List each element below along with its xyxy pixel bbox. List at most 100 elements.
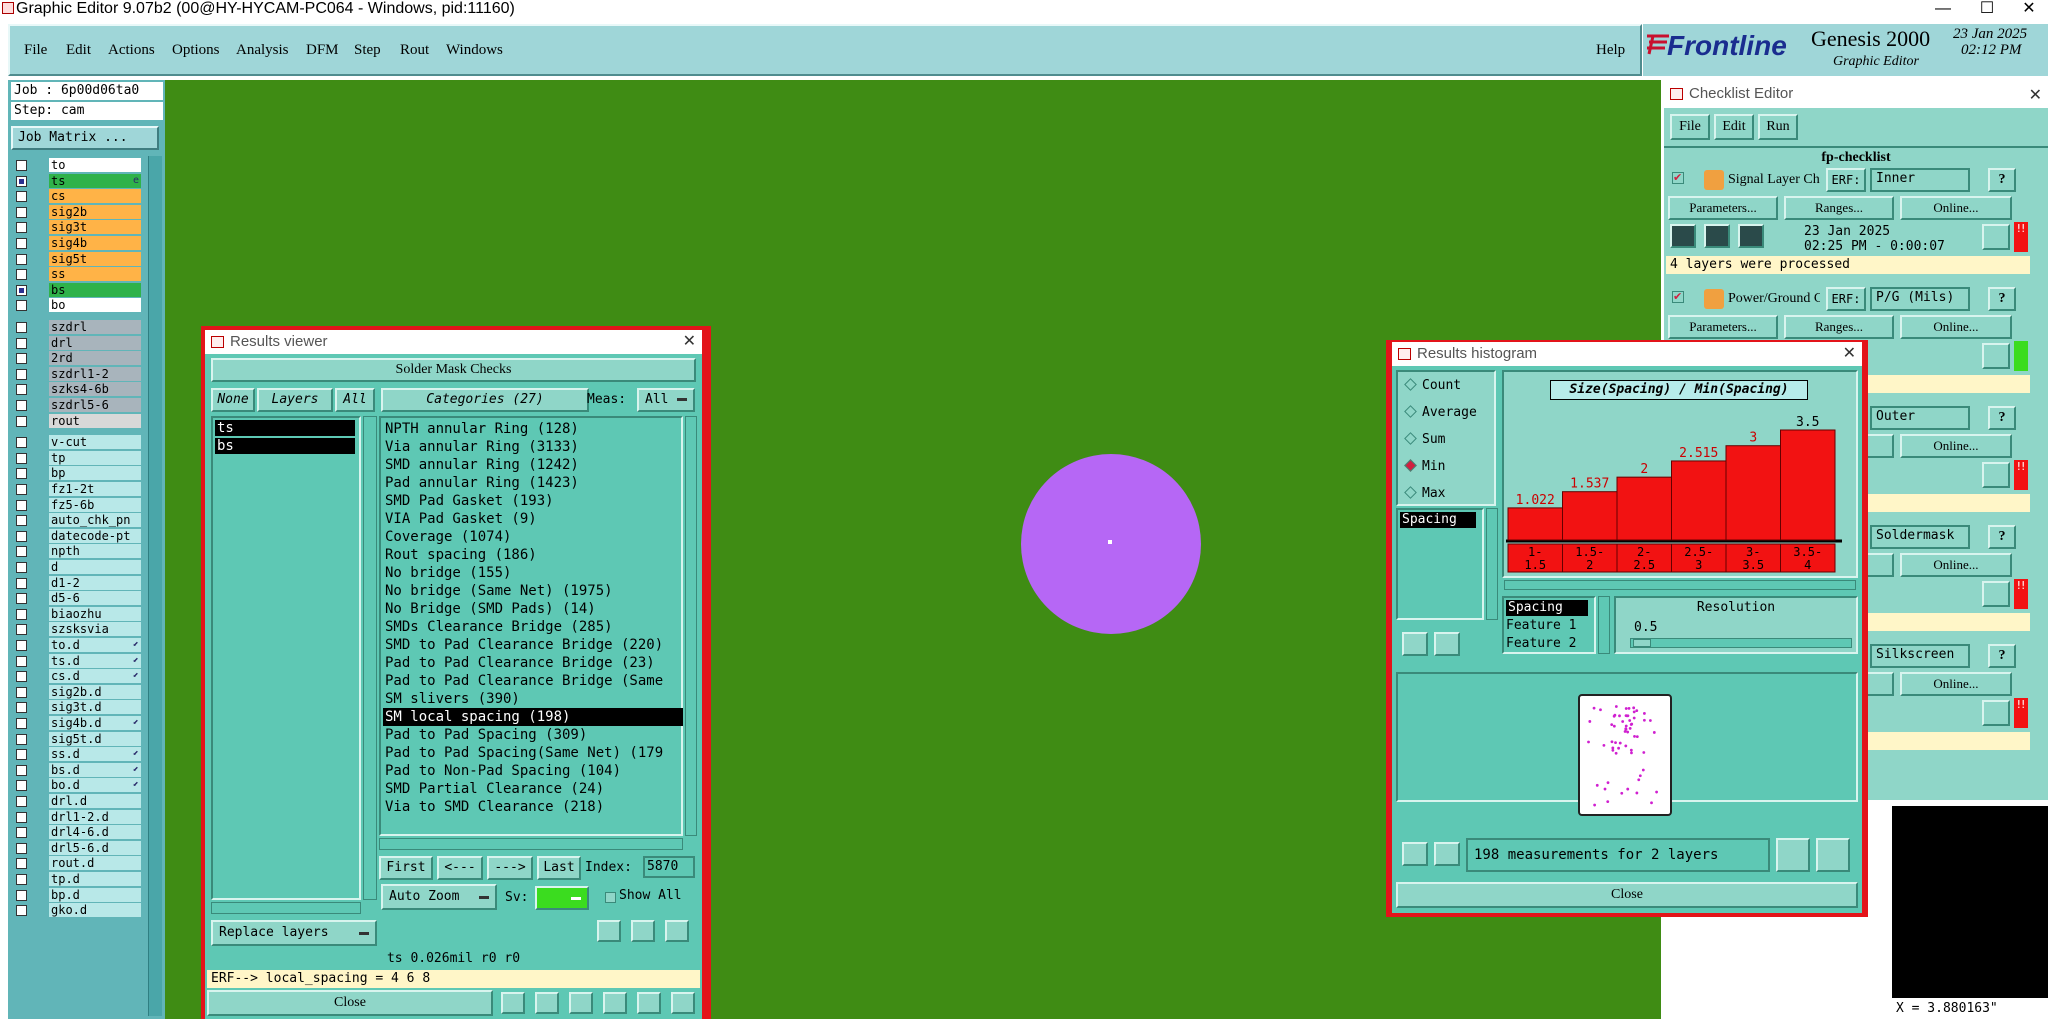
layer-name[interactable]: sig3t: [49, 220, 141, 235]
ref-icon[interactable]: [631, 920, 655, 942]
layer-row[interactable]: drl4-6.d: [11, 825, 141, 840]
layer-row[interactable]: szdrl5-6: [11, 398, 141, 413]
histogram-close-icon[interactable]: ✕: [1843, 342, 1856, 366]
category-item[interactable]: No bridge (155): [383, 564, 683, 582]
highlighted-pad[interactable]: [1021, 454, 1201, 634]
mode-radio[interactable]: Average: [1404, 405, 1477, 420]
mode-radio[interactable]: Count: [1404, 378, 1461, 393]
category-item[interactable]: No bridge (Same Net) (1975): [383, 582, 683, 600]
layer-row[interactable]: to.d ⬋: [11, 638, 141, 653]
tool-icon[interactable]: [569, 992, 593, 1014]
resolution-slider[interactable]: [1630, 638, 1852, 648]
layer-name[interactable]: bo: [49, 298, 141, 313]
layer-row[interactable]: d5-6: [11, 591, 141, 606]
layer-name[interactable]: fz5-6b: [49, 497, 141, 512]
import-icon[interactable]: [1816, 838, 1850, 872]
layer-name[interactable]: drl1-2.d: [49, 809, 141, 824]
menu-file[interactable]: File: [24, 42, 47, 59]
layer-row[interactable]: cs.d ⬋: [11, 669, 141, 684]
layer-checkbox[interactable]: [16, 269, 27, 281]
layer-name[interactable]: bo.d ⬋: [49, 778, 141, 793]
layer-checkbox[interactable]: [16, 874, 27, 885]
layer-name[interactable]: d1-2: [49, 575, 141, 590]
categories-scrollbar[interactable]: [685, 416, 697, 836]
auto-zoom-dropdown[interactable]: Auto Zoom: [381, 884, 497, 910]
layer-name[interactable]: cs: [49, 189, 141, 204]
layer-checkbox[interactable]: [16, 733, 27, 745]
layer-name[interactable]: rout: [49, 413, 141, 428]
layer-name[interactable]: datecode-pt: [49, 528, 141, 543]
layer-checkbox[interactable]: [16, 484, 27, 495]
chart-hscrollbar[interactable]: [1504, 580, 1856, 590]
ref-icon[interactable]: [1434, 842, 1460, 866]
layer-checkbox[interactable]: [16, 437, 27, 449]
layer-checkbox[interactable]: [16, 160, 27, 171]
layer-row[interactable]: drl5-6.d: [11, 840, 141, 856]
layer-row[interactable]: drl1-2.d: [11, 809, 141, 825]
layer-row[interactable]: ts e: [11, 173, 141, 189]
category-item[interactable]: Pad annular Ring (1423): [383, 474, 683, 492]
layer-checkbox[interactable]: [16, 593, 27, 605]
layer-row[interactable]: bo.d ⬋: [11, 778, 141, 793]
layer-row[interactable]: szks4-6b: [11, 382, 141, 397]
measure-scrollbar[interactable]: [1486, 508, 1498, 620]
layer-name[interactable]: ss: [49, 267, 141, 282]
checklist-menu-edit[interactable]: Edit: [1714, 114, 1754, 140]
category-item[interactable]: Pad to Non-Pad Spacing (104): [383, 762, 683, 780]
layer-checkbox[interactable]: [16, 686, 27, 698]
layer-row[interactable]: sig3t: [11, 220, 141, 235]
layer-checkbox[interactable]: [16, 811, 27, 823]
category-item[interactable]: SM slivers (390): [383, 690, 683, 708]
layer-checkbox[interactable]: [16, 384, 27, 396]
layer-name[interactable]: szks4-6b: [49, 382, 141, 397]
layer-row[interactable]: npth: [11, 544, 141, 559]
sv-color-dropdown[interactable]: [535, 886, 589, 910]
layer-checkbox[interactable]: [16, 796, 27, 807]
layer-name[interactable]: biaozhu: [49, 606, 141, 621]
show-all-checkbox[interactable]: [605, 892, 616, 903]
solder-mask-checks-button[interactable]: Solder Mask Checks: [211, 358, 696, 382]
run-icon[interactable]: [1670, 224, 1696, 248]
none-button[interactable]: None: [211, 388, 255, 412]
next-button[interactable]: --->: [487, 856, 533, 880]
board-preview[interactable]: [1578, 694, 1672, 816]
layer-row[interactable]: szdrl: [11, 320, 141, 335]
layer-name[interactable]: v-cut: [49, 435, 141, 450]
layer-name[interactable]: szdrl: [49, 320, 141, 334]
menu-edit[interactable]: Edit: [66, 42, 91, 59]
online-button[interactable]: Online...: [1900, 315, 2012, 339]
first-button[interactable]: First: [379, 856, 433, 880]
layer-checkbox[interactable]: [16, 858, 27, 870]
zoom-icon[interactable]: [1982, 700, 2010, 726]
help-icon[interactable]: ?: [1988, 525, 2016, 549]
category-item[interactable]: SMD Pad Gasket (193): [383, 492, 683, 510]
run-icon[interactable]: [1704, 224, 1730, 248]
layer-name[interactable]: bs.d ⬋: [49, 762, 141, 777]
layer-checkbox[interactable]: [16, 842, 27, 854]
layer-checkbox[interactable]: [16, 718, 27, 729]
layer-row[interactable]: ts.d ⬋: [11, 653, 141, 669]
mode-radio[interactable]: Sum: [1404, 432, 1445, 447]
layer-name[interactable]: ts.d ⬋: [49, 653, 141, 668]
prev-button[interactable]: <---: [437, 856, 483, 880]
layer-name[interactable]: 2rd: [49, 351, 141, 366]
del-icon[interactable]: [1402, 842, 1428, 866]
layer-row[interactable]: drl.d: [11, 794, 141, 809]
category-item[interactable]: Pad to Pad Spacing(Same Net) (179: [383, 744, 683, 762]
help-icon[interactable]: ?: [1988, 287, 2016, 311]
layer-name[interactable]: sig5t: [49, 251, 141, 266]
layer-checkbox[interactable]: [16, 530, 27, 542]
layer-checkbox[interactable]: [16, 546, 27, 558]
layer-checkbox[interactable]: [16, 206, 27, 218]
layer-checkbox[interactable]: [16, 655, 27, 667]
layer-name[interactable]: bp: [49, 466, 141, 481]
layer-checkbox[interactable]: [16, 452, 27, 464]
checklist-menu-run[interactable]: Run: [1758, 114, 1798, 140]
layer-checkbox[interactable]: [16, 515, 27, 527]
layer-name[interactable]: szdrl5-6: [49, 398, 141, 412]
layer-checkbox[interactable]: [16, 253, 27, 265]
category-item[interactable]: Pad to Pad Clearance Bridge (Same: [383, 672, 683, 690]
zoom-icon[interactable]: [1982, 581, 2010, 607]
layer-name[interactable]: sig2b.d: [49, 684, 141, 699]
layer-checkbox[interactable]: [16, 400, 27, 411]
